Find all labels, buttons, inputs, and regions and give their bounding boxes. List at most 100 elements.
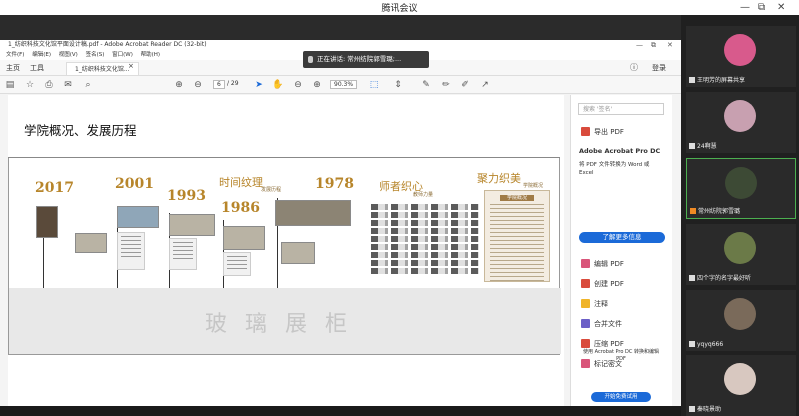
participant-name: 24啊慧 (697, 143, 717, 150)
search-icon[interactable]: ⌕ (82, 79, 94, 91)
close-button[interactable]: ✕ (777, 0, 785, 15)
page-title: 学院概况、发展历程 (24, 123, 137, 138)
avatar (724, 298, 756, 330)
promo-caption: 使用 Acrobat Pro DC 转换和编辑 PDF (583, 349, 659, 362)
avatar (725, 167, 757, 199)
restore-button[interactable]: ⧉ (758, 0, 765, 15)
minimize-button[interactable]: — (740, 0, 750, 15)
mic-icon (689, 406, 695, 412)
participant-name: 秦晓景助 (697, 406, 722, 413)
screen-share-icon (689, 77, 695, 83)
export-pdf-icon (581, 127, 590, 136)
acrobat-window: 1_纺织科技文化馆平面设计稿.pdf - Adobe Acrobat Reade… (0, 40, 681, 408)
highlight-icon[interactable]: ✏ (440, 79, 452, 91)
help-icon[interactable]: ⓘ (630, 62, 638, 73)
charm-subtitle: 学院概况 (523, 183, 544, 189)
menu-file[interactable]: 文件(F) (6, 52, 24, 58)
edit-pdf-item[interactable]: 编辑 PDF (581, 259, 624, 269)
comment-item[interactable]: 注释 (581, 299, 608, 309)
comment-tool-icon (581, 299, 590, 308)
timeline-title: 时间纹理 (219, 176, 263, 189)
combine-files-icon (581, 319, 590, 328)
next-page-icon[interactable]: ⊖ (192, 79, 204, 91)
year-label: 1978 (315, 176, 354, 192)
menu-view[interactable]: 视图(V) (59, 52, 78, 58)
microphone-icon (308, 56, 313, 63)
scroll-mode-icon[interactable]: ⇕ (392, 79, 404, 91)
participant-tile[interactable]: 四个字的名字最好听 (686, 224, 796, 285)
glass-cabinet-label: 玻璃展柜 (204, 312, 365, 337)
tools-search-input[interactable]: 搜索 '签名' (578, 103, 664, 115)
participant-name: yqyq666 (697, 341, 724, 348)
acrobat-title-bar: 1_纺织科技文化馆平面设计稿.pdf - Adobe Acrobat Reade… (0, 40, 681, 50)
year-label: 1986 (221, 200, 260, 216)
building-photo (117, 206, 159, 228)
share-icon[interactable]: ↗ (479, 79, 491, 91)
timeline-subtitle: 发展历程 (261, 187, 282, 193)
meeting-title-bar: 腾讯会议 — ⧉ ✕ (0, 0, 799, 15)
prev-page-icon[interactable]: ⊕ (173, 79, 185, 91)
print-icon[interactable]: ⎙ (43, 79, 55, 91)
participant-tile[interactable]: 常州纺院郭雪璐 (686, 158, 796, 219)
building-photo (223, 226, 265, 250)
avatar (724, 363, 756, 395)
teachers-subtitle: 教师力量 (413, 192, 434, 198)
tab-tools[interactable]: 工具 (30, 63, 44, 73)
hand-tool-icon[interactable]: ✋ (272, 79, 284, 91)
compress-pdf-icon (581, 339, 590, 348)
page-number-input[interactable]: 6 (213, 80, 225, 89)
zoom-level-select[interactable]: 90.3% (330, 80, 358, 89)
speaking-text: 正在讲话: 常州纺院郭雪璐;... (317, 55, 402, 63)
avatar (724, 34, 756, 66)
menu-sign[interactable]: 签名(S) (86, 52, 105, 58)
save-icon[interactable]: ▤ (4, 79, 16, 91)
building-photo (169, 214, 215, 236)
speaking-indicator: 正在讲话: 常州纺院郭雪璐;... (303, 51, 429, 68)
pdf-page: 学院概况、发展历程 2017 2001 1993 1986 1978 时间纹理 … (8, 95, 564, 408)
participant-tile[interactable]: yqyq666 (686, 290, 796, 351)
create-pdf-item[interactable]: 创建 PDF (581, 279, 624, 289)
compress-pdf-item[interactable]: 压缩 PDF (581, 339, 624, 349)
free-trial-button[interactable]: 开始免费试用 (591, 392, 651, 402)
menu-edit[interactable]: 编辑(E) (32, 52, 51, 58)
zoom-in-icon[interactable]: ⊕ (311, 79, 323, 91)
combine-files-item[interactable]: 合并文件 (581, 319, 622, 329)
page-total: / 29 (227, 80, 239, 87)
login-button[interactable]: 登录 (652, 63, 666, 73)
exhibition-panel: 2017 2001 1993 1986 1978 时间纹理 发展历程 师者织心 … (8, 158, 561, 355)
edit-pdf-icon (581, 259, 590, 268)
mic-icon (689, 143, 695, 149)
glass-cabinet: 玻璃展柜 (9, 288, 561, 354)
participant-tile[interactable]: 王明芳的屏幕共享 (686, 26, 796, 87)
zoom-out-icon[interactable]: ⊖ (292, 79, 304, 91)
select-cursor-icon[interactable]: ➤ (253, 79, 265, 91)
participant-name: 常州纺院郭雪璐 (698, 208, 741, 215)
app-title: 腾讯会议 (381, 4, 418, 14)
acrobat-restore-button[interactable]: ⧉ (651, 40, 656, 50)
email-icon[interactable]: ✉ (62, 79, 74, 91)
tab-close-icon[interactable]: × (128, 62, 134, 70)
export-pdf-item[interactable]: 导出 PDF (581, 127, 624, 137)
create-pdf-icon (581, 279, 590, 288)
acrobat-close-button[interactable]: ✕ (667, 40, 673, 50)
fit-page-icon[interactable]: ⬚ (368, 79, 380, 91)
participant-tile[interactable]: 24啊慧 (686, 92, 796, 153)
menu-window[interactable]: 窗口(W) (112, 52, 133, 58)
acrobat-toolbar: ▤ ☆ ⎙ ✉ ⌕ ⊕ ⊖ 6 / 29 ➤ ✋ ⊖ ⊕ 90.3% ⬚ ⇕ ✎… (0, 76, 681, 94)
historic-photo (275, 200, 351, 226)
charm-title: 聚力织美 (477, 172, 521, 185)
learn-more-button[interactable]: 了解更多信息 (579, 232, 665, 243)
acrobat-minimize-button[interactable]: — (636, 40, 643, 50)
draw-icon[interactable]: ✐ (459, 79, 471, 91)
export-description: 将 PDF 文件转换为 Word 或 Excel (579, 162, 650, 176)
avatar (724, 100, 756, 132)
participant-name: 王明芳的屏幕共享 (697, 77, 746, 84)
bottom-bar (0, 406, 681, 416)
menu-help[interactable]: 帮助(H) (141, 52, 160, 58)
mic-icon (689, 275, 695, 281)
bookmark-star-icon[interactable]: ☆ (24, 79, 36, 91)
participant-tile[interactable]: 秦晓景助 (686, 355, 796, 416)
comment-icon[interactable]: ✎ (420, 79, 432, 91)
tab-home[interactable]: 主页 (6, 63, 20, 73)
avatar (724, 232, 756, 264)
